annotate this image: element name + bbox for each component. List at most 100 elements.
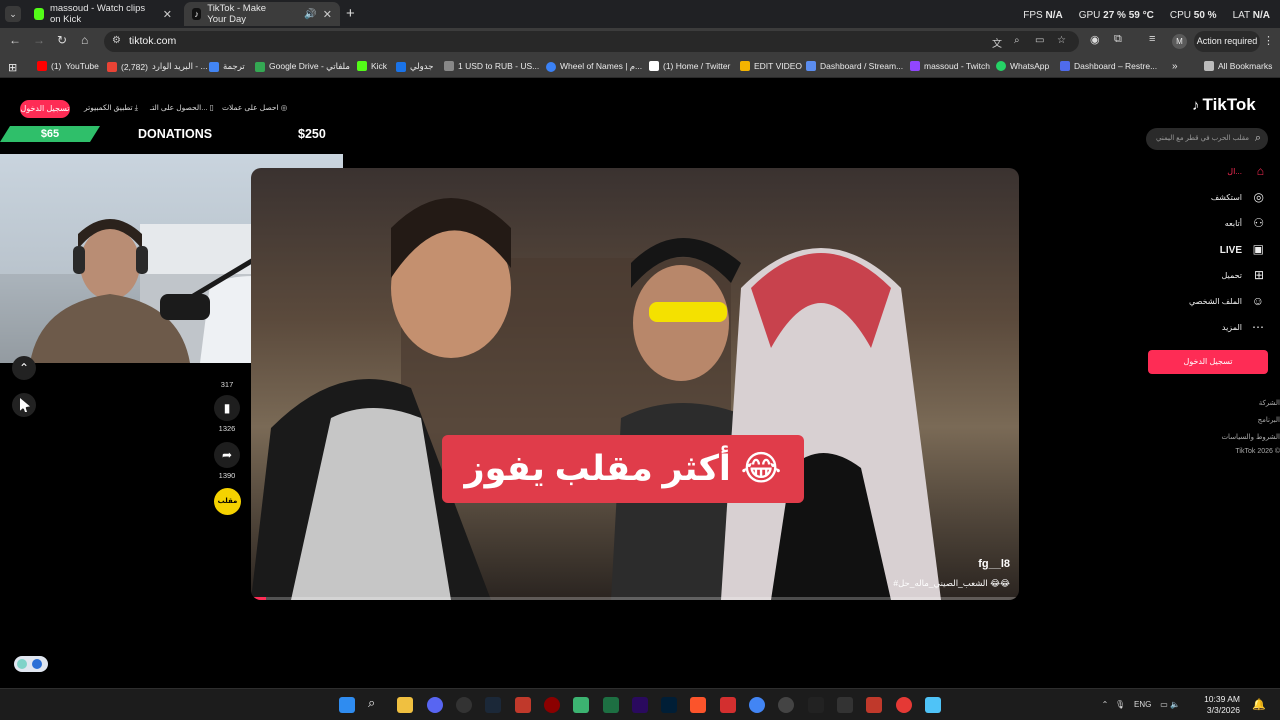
discord-icon[interactable] (427, 697, 443, 713)
bookmark-edit-video[interactable]: EDIT VIDEO (740, 61, 802, 71)
bookmark-youtube[interactable]: (1) YouTube (37, 61, 99, 71)
profile-avatar[interactable]: M (1172, 34, 1187, 49)
nav-explore[interactable]: استكشف ◎ (1150, 188, 1268, 208)
app-icon[interactable] (866, 697, 882, 713)
heart-icon[interactable] (214, 351, 240, 377)
app-icon[interactable] (515, 697, 531, 713)
bookmark-schedule[interactable]: جدولي (396, 61, 434, 72)
search-icon[interactable]: ⌕ (1255, 132, 1261, 145)
bookmark-restream[interactable]: Dashboard – Restre... (1060, 61, 1157, 71)
previous-video-button[interactable]: ⌃ (12, 356, 36, 380)
tab-search-button[interactable]: ⌄ (5, 6, 21, 22)
forward-icon[interactable]: → (33, 33, 45, 47)
language-indicator[interactable]: ENG (1134, 700, 1151, 709)
bookmark-icon[interactable]: ▮ (214, 395, 240, 421)
reload-icon[interactable]: ↻ (57, 33, 67, 47)
action-required-button[interactable]: Action required (1194, 31, 1260, 52)
apps-grid-icon[interactable]: ⊞ (8, 61, 17, 74)
app-icon[interactable] (808, 697, 824, 713)
tray-chevron-icon[interactable]: ⌃ (1102, 700, 1109, 709)
bookmark-twitch[interactable]: massoud - Twitch (910, 61, 990, 71)
file-explorer-icon[interactable] (397, 697, 413, 713)
favorite-action[interactable]: ▮ 1326 (212, 395, 242, 433)
music-disc[interactable]: مقلب (214, 488, 241, 515)
all-bookmarks[interactable]: All Bookmarks (1204, 61, 1272, 71)
tab-kick[interactable]: massoud - Watch clips on Kick ✕ (26, 2, 180, 26)
tiktok-logo[interactable]: ♪ TikTok (1192, 95, 1256, 115)
footer-program[interactable]: البرنامج (1160, 416, 1280, 424)
bookmark-inbox[interactable]: (2,782) البريد الوارد - ... (107, 61, 208, 72)
app-icon[interactable] (573, 697, 589, 713)
more-bookmarks-icon[interactable]: » (1172, 61, 1178, 72)
floating-widget[interactable] (14, 656, 48, 672)
footer-terms[interactable]: الشروط والسياسات (1160, 433, 1280, 441)
app-icon[interactable] (896, 697, 912, 713)
volume-icon[interactable]: 🔈 (1170, 700, 1180, 709)
tab-tiktok[interactable]: ♪ TikTok - Make Your Day 🔊 ✕ (184, 2, 340, 26)
photoshop-icon[interactable] (661, 697, 677, 713)
nav-live[interactable]: LIVE ▣ (1150, 240, 1268, 260)
extension-icon[interactable]: ◉ (1090, 33, 1100, 46)
site-info-icon[interactable]: ⚙ (112, 35, 121, 46)
share-action[interactable]: ➦ 1390 (212, 442, 242, 480)
search-icon[interactable]: ⌕ (368, 695, 384, 711)
nav-home[interactable]: ال... ⌂ (1150, 162, 1268, 182)
zoom-icon[interactable]: ⌕ (1014, 35, 1020, 46)
notification-icon[interactable]: 🔔 (1252, 698, 1266, 711)
nav-following[interactable]: أتابعه ⚇ (1150, 214, 1268, 234)
video-player[interactable]: أكثر مقلب يفوز 😂 fg__l8 #الشعب_الصيني_ما… (251, 168, 1019, 600)
app-icon[interactable] (720, 697, 736, 713)
taskbar-clock[interactable]: 10:39 AM 3/3/2026 (1204, 694, 1240, 716)
notepad-icon[interactable] (925, 697, 941, 713)
cast-icon[interactable]: ▭ (1035, 35, 1044, 46)
close-tab-icon[interactable]: ✕ (163, 8, 172, 21)
bookmark-translate[interactable]: ترجمة (209, 61, 245, 72)
media-icon[interactable]: ≡ (1149, 33, 1155, 45)
network-icon[interactable]: ▭ (1160, 700, 1168, 709)
app-icon[interactable] (544, 697, 560, 713)
bookmark-drive[interactable]: Google Drive - ملفاتي (255, 61, 350, 72)
bookmark-stream-dashboard[interactable]: Dashboard / Stream... (806, 61, 903, 71)
search-input[interactable]: مقلب الحرب في قطر مع اليمني ⌕ (1146, 128, 1268, 150)
app-icon[interactable] (837, 697, 853, 713)
footer-company[interactable]: الشركة (1160, 399, 1280, 407)
get-coins-link[interactable]: احصل على عملات ◎ (222, 103, 287, 112)
bookmark-usd-rub[interactable]: 1 USD to RUB - US... (444, 61, 539, 71)
new-tab-button[interactable]: + (346, 5, 355, 22)
nav-profile[interactable]: الملف الشخصي ☺ (1150, 292, 1268, 312)
bookmark-wheel[interactable]: Wheel of Names | م... (546, 61, 642, 72)
bookmark-whatsapp[interactable]: WhatsApp (996, 61, 1049, 71)
mic-icon[interactable]: 🎙 (1115, 700, 1125, 709)
address-bar[interactable]: ⚙ tiktok.com 文 ⌕ ▭ ☆ (104, 31, 1079, 52)
brave-icon[interactable] (690, 697, 706, 713)
media-player-icon[interactable] (456, 697, 472, 713)
steam-icon[interactable] (485, 697, 501, 713)
translate-icon (209, 61, 219, 72)
like-action[interactable]: 317 (212, 351, 242, 389)
video-hashtag[interactable]: #الشعب_الصيني_ماله_حل 😂😂 (893, 578, 1010, 589)
app-icon[interactable] (778, 697, 794, 713)
back-icon[interactable]: ← (9, 33, 21, 47)
video-author[interactable]: fg__l8 (978, 558, 1010, 570)
pc-app-link[interactable]: تطبيق الكمبيوتر ⤓ (84, 103, 138, 113)
close-tab-icon[interactable]: ✕ (323, 8, 332, 21)
chrome-icon[interactable] (749, 697, 765, 713)
star-icon[interactable]: ☆ (1057, 35, 1066, 46)
login-button-side[interactable]: تسجيل الدخول (1148, 350, 1268, 374)
translate-icon[interactable]: 文 (992, 35, 1002, 50)
nav-more[interactable]: المزيد ⋯ (1150, 318, 1268, 338)
share-icon[interactable]: ➦ (214, 442, 240, 468)
home-icon[interactable]: ⌂ (81, 33, 88, 47)
bookmark-twitter[interactable]: (1) Home / Twitter (649, 61, 730, 71)
bookmark-kick[interactable]: Kick (357, 61, 387, 71)
premiere-icon[interactable] (632, 697, 648, 713)
excel-icon[interactable] (603, 697, 619, 713)
windows-start-icon[interactable] (339, 697, 355, 713)
speaker-icon[interactable]: 🔊 (304, 9, 316, 20)
get-app-link[interactable]: الحصول على التـ... ▯ (150, 103, 214, 112)
puzzle-icon[interactable]: ⧉ (1114, 33, 1122, 46)
video-progress-bar[interactable] (251, 597, 1019, 600)
login-button-top[interactable]: تسجيل الدخول (20, 100, 70, 118)
nav-upload[interactable]: تحميل ⊞ (1150, 266, 1268, 286)
menu-icon[interactable]: ⋮ (1263, 34, 1274, 47)
